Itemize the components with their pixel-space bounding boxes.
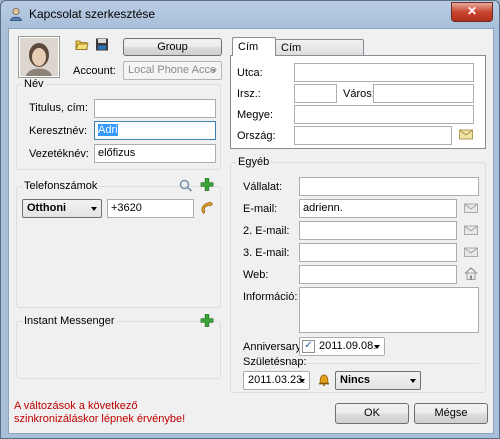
close-button[interactable]: ✕ <box>451 2 493 22</box>
home-page-icon[interactable] <box>464 267 478 280</box>
other-group-title: Egyéb <box>236 156 272 168</box>
email-field[interactable]: adrienn. <box>299 199 457 218</box>
country-field[interactable] <box>294 126 452 145</box>
name-group-title: Név <box>22 78 46 90</box>
last-name-field[interactable]: előfizus <box>94 144 216 163</box>
county-field[interactable] <box>294 105 474 124</box>
account-label: Account: <box>73 65 116 77</box>
chevron-down-icon <box>374 345 380 349</box>
company-field[interactable] <box>299 177 479 196</box>
tab-home-address[interactable]: Cím <box>232 37 276 56</box>
contact-app-icon <box>10 8 22 21</box>
group-button[interactable]: Group <box>123 38 222 56</box>
chevron-down-icon <box>91 207 97 211</box>
county-label: Megye: <box>237 109 274 121</box>
reminder-bell-icon <box>319 374 329 386</box>
title-field[interactable] <box>94 99 216 118</box>
zip-label: Irsz.: <box>237 88 261 100</box>
tab-work-address[interactable]: Cím (munkahelyi) <box>275 39 364 66</box>
dialog-client: Group Account: Local Phone Acco Név Titu… <box>8 28 494 434</box>
company-label: Vállalat: <box>243 181 283 193</box>
birthday-date-picker[interactable]: 2011.03.23. <box>243 371 310 390</box>
city-field[interactable] <box>373 84 474 103</box>
phones-group-title: Telefonszámok <box>22 180 100 192</box>
street-label: Utca: <box>237 67 263 79</box>
window-title: Kapcsolat szerkesztése <box>29 7 156 21</box>
first-name-value: Adri <box>98 124 118 136</box>
title-label: Titulus, cím: <box>29 102 88 114</box>
info-label: Információ: <box>243 291 298 303</box>
chevron-down-icon <box>299 379 305 383</box>
city-label: Város: <box>343 88 375 100</box>
title-bar: Kapcsolat szerkesztése ✕ <box>1 1 499 27</box>
sync-warning-text: A változások a következő szinkronizálásk… <box>14 400 186 425</box>
contact-photo[interactable] <box>18 36 60 78</box>
anniversary-date-picker[interactable]: ✓ 2011.09.08. <box>299 337 385 356</box>
web-field[interactable] <box>299 265 457 284</box>
open-folder-icon[interactable] <box>75 38 89 51</box>
first-name-field[interactable]: Adri <box>94 121 216 140</box>
email-send-icon[interactable] <box>464 245 478 258</box>
street-field[interactable] <box>294 63 474 82</box>
add-im-icon[interactable] <box>200 314 214 327</box>
last-name-label: Vezetéknév: <box>29 148 89 160</box>
save-disk-icon[interactable] <box>95 38 109 51</box>
web-label: Web: <box>243 269 269 281</box>
birthday-divider <box>305 363 479 364</box>
email-send-icon[interactable] <box>464 223 478 236</box>
add-phone-icon[interactable] <box>200 178 214 191</box>
email3-label: 3. E-mail: <box>243 247 290 259</box>
search-icon[interactable] <box>179 179 193 192</box>
reminder-select[interactable]: Nincs <box>335 371 421 390</box>
email-label: E-mail: <box>243 203 278 215</box>
ok-button[interactable]: OK <box>335 403 409 424</box>
im-group <box>16 321 221 379</box>
zip-field[interactable] <box>294 84 337 103</box>
dialog-window: Kapcsolat szerkesztése ✕ Group Account: … <box>0 0 500 439</box>
country-label: Ország: <box>237 130 276 142</box>
birthday-label: Születésnap: <box>243 356 307 368</box>
first-name-label: Keresztnév: <box>29 125 88 137</box>
account-select[interactable]: Local Phone Acco <box>123 61 222 80</box>
email-send-icon[interactable] <box>464 201 478 214</box>
chevron-down-icon <box>410 379 416 383</box>
cancel-button[interactable]: Mégse <box>414 403 488 424</box>
phone-number-field[interactable]: +3620 <box>107 199 194 218</box>
info-textarea[interactable] <box>299 287 479 333</box>
anniversary-checkbox[interactable]: ✓ <box>302 340 315 353</box>
phone-type-select[interactable]: Otthoni <box>22 199 102 218</box>
phone-call-icon[interactable] <box>200 201 214 214</box>
chevron-down-icon <box>211 69 217 73</box>
anniversary-label: Anniversary: <box>243 341 305 353</box>
mail-envelope-icon[interactable] <box>459 128 473 141</box>
email3-field[interactable] <box>299 243 457 262</box>
email2-label: 2. E-mail: <box>243 225 290 237</box>
email2-field[interactable] <box>299 221 457 240</box>
im-group-title: Instant Messenger <box>22 315 117 327</box>
avatar <box>20 38 58 76</box>
